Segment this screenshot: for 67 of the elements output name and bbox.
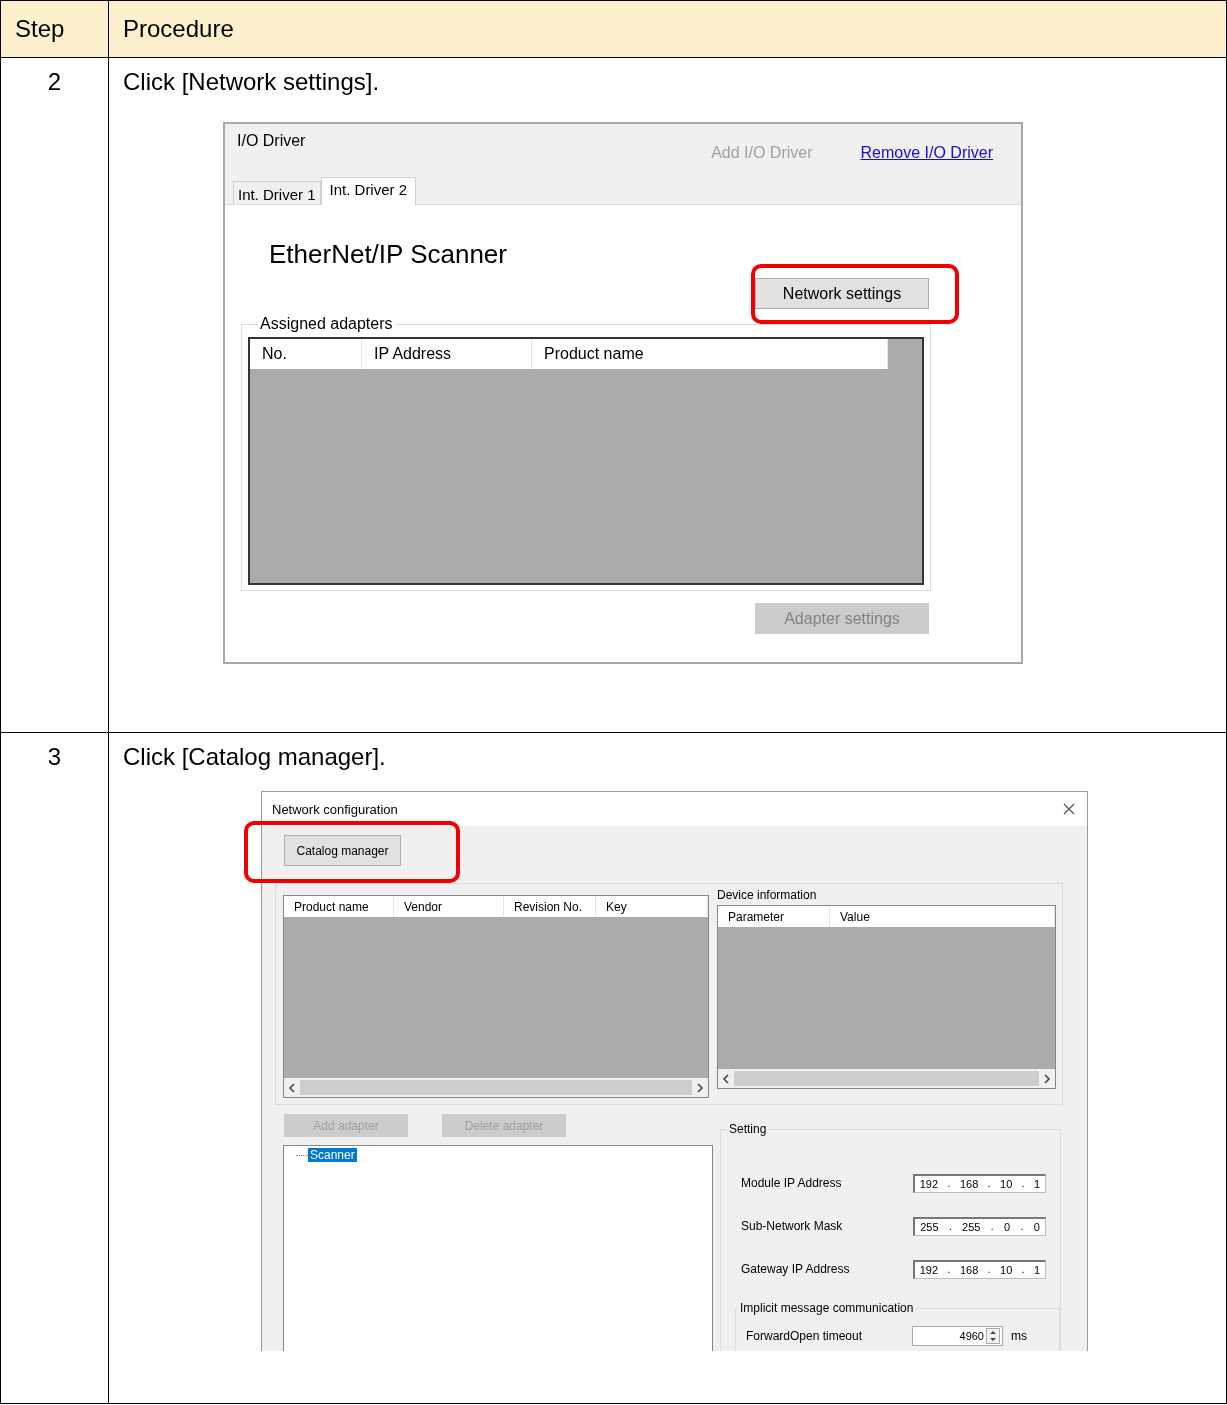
field-label: ForwardOpen timeout — [746, 1329, 863, 1343]
instruction-text: Click [Catalog manager]. — [123, 743, 387, 771]
ip-address-field[interactable]: 255 . 255 . 0 . 0 — [913, 1216, 1046, 1236]
column-header[interactable]: No. — [250, 339, 362, 369]
column-header[interactable]: Key — [596, 896, 708, 917]
octet-separator: . — [987, 1264, 991, 1276]
column-header: Procedure — [109, 1, 1227, 58]
scroll-left-icon[interactable] — [288, 1082, 296, 1093]
octet-separator: . — [948, 1221, 952, 1233]
octet-value: 0 — [1033, 1220, 1040, 1233]
spinner-icon[interactable] — [986, 1328, 1000, 1344]
octet-value: 0 — [1003, 1220, 1011, 1233]
column-header[interactable]: Parameter — [718, 906, 830, 927]
column-header[interactable]: IP Address — [362, 339, 532, 369]
close-icon[interactable] — [1063, 803, 1075, 815]
column-header[interactable]: Revision No. — [504, 896, 596, 917]
ip-address-field[interactable]: 192 . 168 . 10 . 1 — [913, 1173, 1046, 1193]
catalog-manager-button[interactable]: Catalog manager — [284, 835, 401, 866]
column-header[interactable]: Product name — [284, 896, 394, 917]
octet-value: 192 — [919, 1263, 939, 1276]
octet-separator: . — [1021, 1264, 1025, 1276]
octet-separator: . — [990, 1221, 994, 1233]
horizontal-scrollbar[interactable] — [718, 1069, 1055, 1088]
scroll-right-icon[interactable] — [1043, 1073, 1051, 1084]
timeout-field[interactable]: 4960 — [912, 1326, 1003, 1346]
octet-separator: . — [1020, 1221, 1024, 1233]
octet-separator: . — [987, 1178, 991, 1190]
column-header[interactable]: Value — [830, 906, 1055, 927]
group-label: Device information — [717, 888, 818, 902]
network-settings-button[interactable]: Network settings — [755, 278, 929, 309]
horizontal-scrollbar[interactable] — [284, 1078, 708, 1097]
field-label: Gateway IP Address — [741, 1262, 850, 1277]
window-title: I/O Driver — [237, 132, 306, 150]
octet-value: 168 — [959, 1263, 979, 1276]
step-number: 3 — [47, 743, 62, 772]
octet-separator: . — [947, 1264, 951, 1276]
octet-separator: . — [947, 1178, 951, 1190]
window-title: Network configuration — [272, 801, 398, 817]
column-header: Step — [1, 1, 109, 58]
unit-label: ms — [1011, 1329, 1027, 1343]
octet-value: 10 — [1000, 1177, 1013, 1190]
scroll-left-icon[interactable] — [722, 1073, 730, 1084]
field-label: Module IP Address — [741, 1176, 842, 1191]
driver-link[interactable]: Remove I/O Driver — [860, 144, 993, 162]
octet-value: 255 — [962, 1220, 981, 1233]
driver-tab[interactable]: Int. Driver 2 — [320, 177, 417, 205]
timeout-value: 4960 — [959, 1330, 984, 1342]
octet-value: 1 — [1034, 1263, 1041, 1276]
ip-address-field[interactable]: 192 . 168 . 10 . 1 — [913, 1259, 1046, 1279]
group-label: Assigned adapters — [259, 315, 394, 333]
group-label: Implicit message communication — [739, 1301, 915, 1315]
octet-value: 10 — [1000, 1263, 1013, 1276]
octet-value: 168 — [959, 1177, 979, 1190]
step-number: 2 — [47, 68, 62, 97]
octet-value: 192 — [919, 1177, 939, 1190]
instruction-text: Click [Network settings]. — [123, 68, 381, 96]
octet-separator: . — [1021, 1178, 1025, 1190]
octet-value: 255 — [920, 1220, 939, 1233]
tree-item[interactable]: Scanner — [308, 1148, 357, 1162]
field-label: Sub-Network Mask — [741, 1219, 843, 1234]
scanner-heading: EtherNet/IP Scanner — [269, 239, 508, 270]
column-header[interactable]: Vendor — [394, 896, 504, 917]
column-header[interactable]: Product name — [532, 339, 889, 369]
scroll-right-icon[interactable] — [696, 1082, 704, 1093]
group-label: Setting — [728, 1122, 768, 1136]
driver-tab[interactable]: Int. Driver 1 — [233, 181, 321, 204]
octet-value: 1 — [1034, 1177, 1041, 1190]
